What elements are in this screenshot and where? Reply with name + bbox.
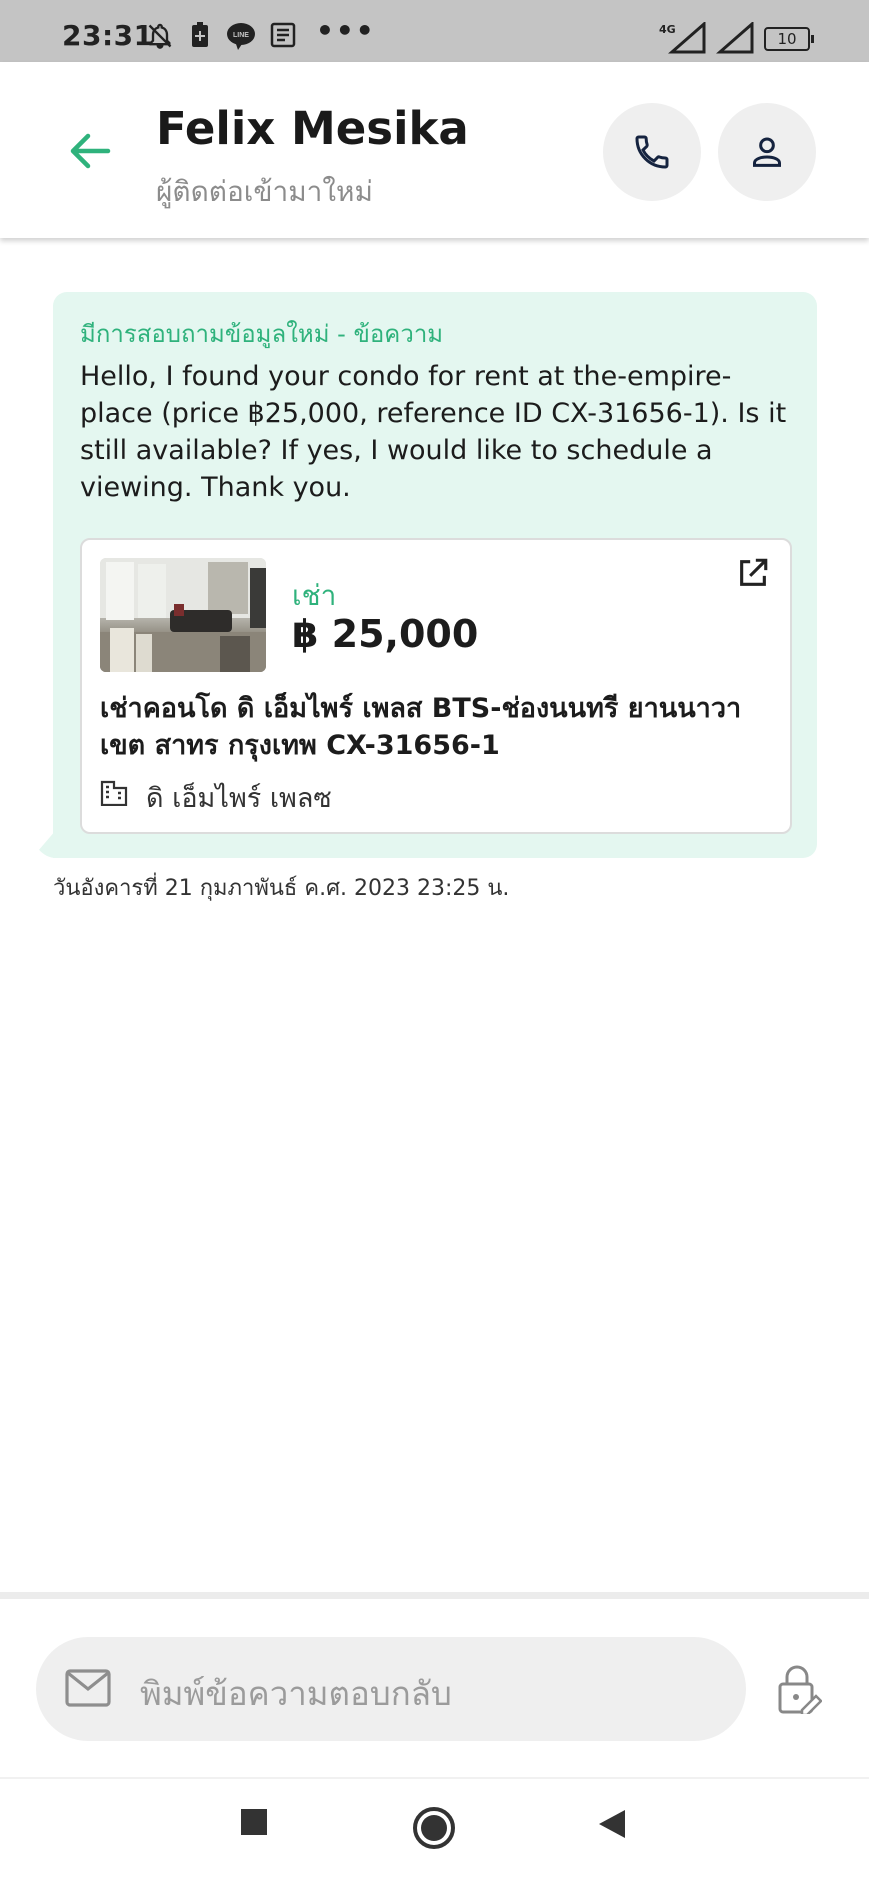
- listing-title: เช่าคอนโด ดิ เอ็มไพร์ เพลส BTS-ช่องนนทรี…: [100, 693, 742, 761]
- contact-profile-button[interactable]: [718, 103, 816, 201]
- message-timestamp: วันอังคารที่ 21 กุมภาพันธ์ ค.ศ. 2023 23:…: [53, 876, 510, 901]
- phone-icon: [635, 135, 669, 169]
- reply-input[interactable]: พิมพ์ข้อความตอบกลับ: [36, 1637, 746, 1741]
- listing-card[interactable]: เช่า ฿ 25,000 เช่าคอนโด ดิ เอ็มไพร์ เพลส…: [80, 538, 792, 834]
- lock-edit-icon[interactable]: [776, 1664, 822, 1714]
- battery-saver-icon: [192, 22, 208, 47]
- svg-text:LINE: LINE: [233, 32, 249, 39]
- listing-price: ฿ 25,000: [292, 612, 479, 656]
- line-app-icon: LINE: [227, 23, 255, 50]
- message-bubble: มีการสอบถามข้อมูลใหม่ - ข้อความ Hello, I…: [53, 292, 817, 858]
- mail-icon: [65, 1669, 111, 1707]
- home-button-icon[interactable]: [412, 1806, 456, 1850]
- news-icon: [270, 22, 296, 48]
- back-button-icon[interactable]: [597, 1808, 627, 1840]
- more-notifications-icon: •••: [316, 14, 376, 47]
- status-bar: 23:31 LINE ••• 4G 10: [0, 0, 869, 62]
- external-link-icon[interactable]: [736, 556, 770, 590]
- battery-icon: 10: [764, 27, 814, 51]
- contact-name: Felix Mesika: [156, 102, 469, 155]
- reply-divider: [0, 1592, 869, 1599]
- call-button[interactable]: [603, 103, 701, 201]
- status-time: 23:31: [62, 19, 154, 52]
- reply-placeholder: พิมพ์ข้อความตอบกลับ: [140, 1674, 452, 1713]
- message-text: Hello, I found your condo for rent at th…: [80, 361, 787, 503]
- building-icon: [100, 780, 128, 806]
- bell-off-icon: [148, 23, 172, 49]
- signal-icon-2: [716, 22, 754, 54]
- message-tag: มีการสอบถามข้อมูลใหม่ - ข้อความ: [80, 320, 444, 348]
- recents-button-icon[interactable]: [240, 1808, 268, 1836]
- back-arrow-icon[interactable]: [64, 126, 114, 176]
- contact-status: ผู้ติดต่อเข้ามาใหม่: [156, 175, 373, 208]
- listing-project: ดิ เอ็มไพร์ เพลซ: [146, 783, 332, 814]
- nav-divider: [0, 1777, 869, 1779]
- listing-photo: [100, 558, 266, 672]
- chat-header: Felix Mesika ผู้ติดต่อเข้ามาใหม่: [0, 62, 869, 238]
- signal-icon: [668, 22, 706, 54]
- person-icon: [753, 137, 781, 167]
